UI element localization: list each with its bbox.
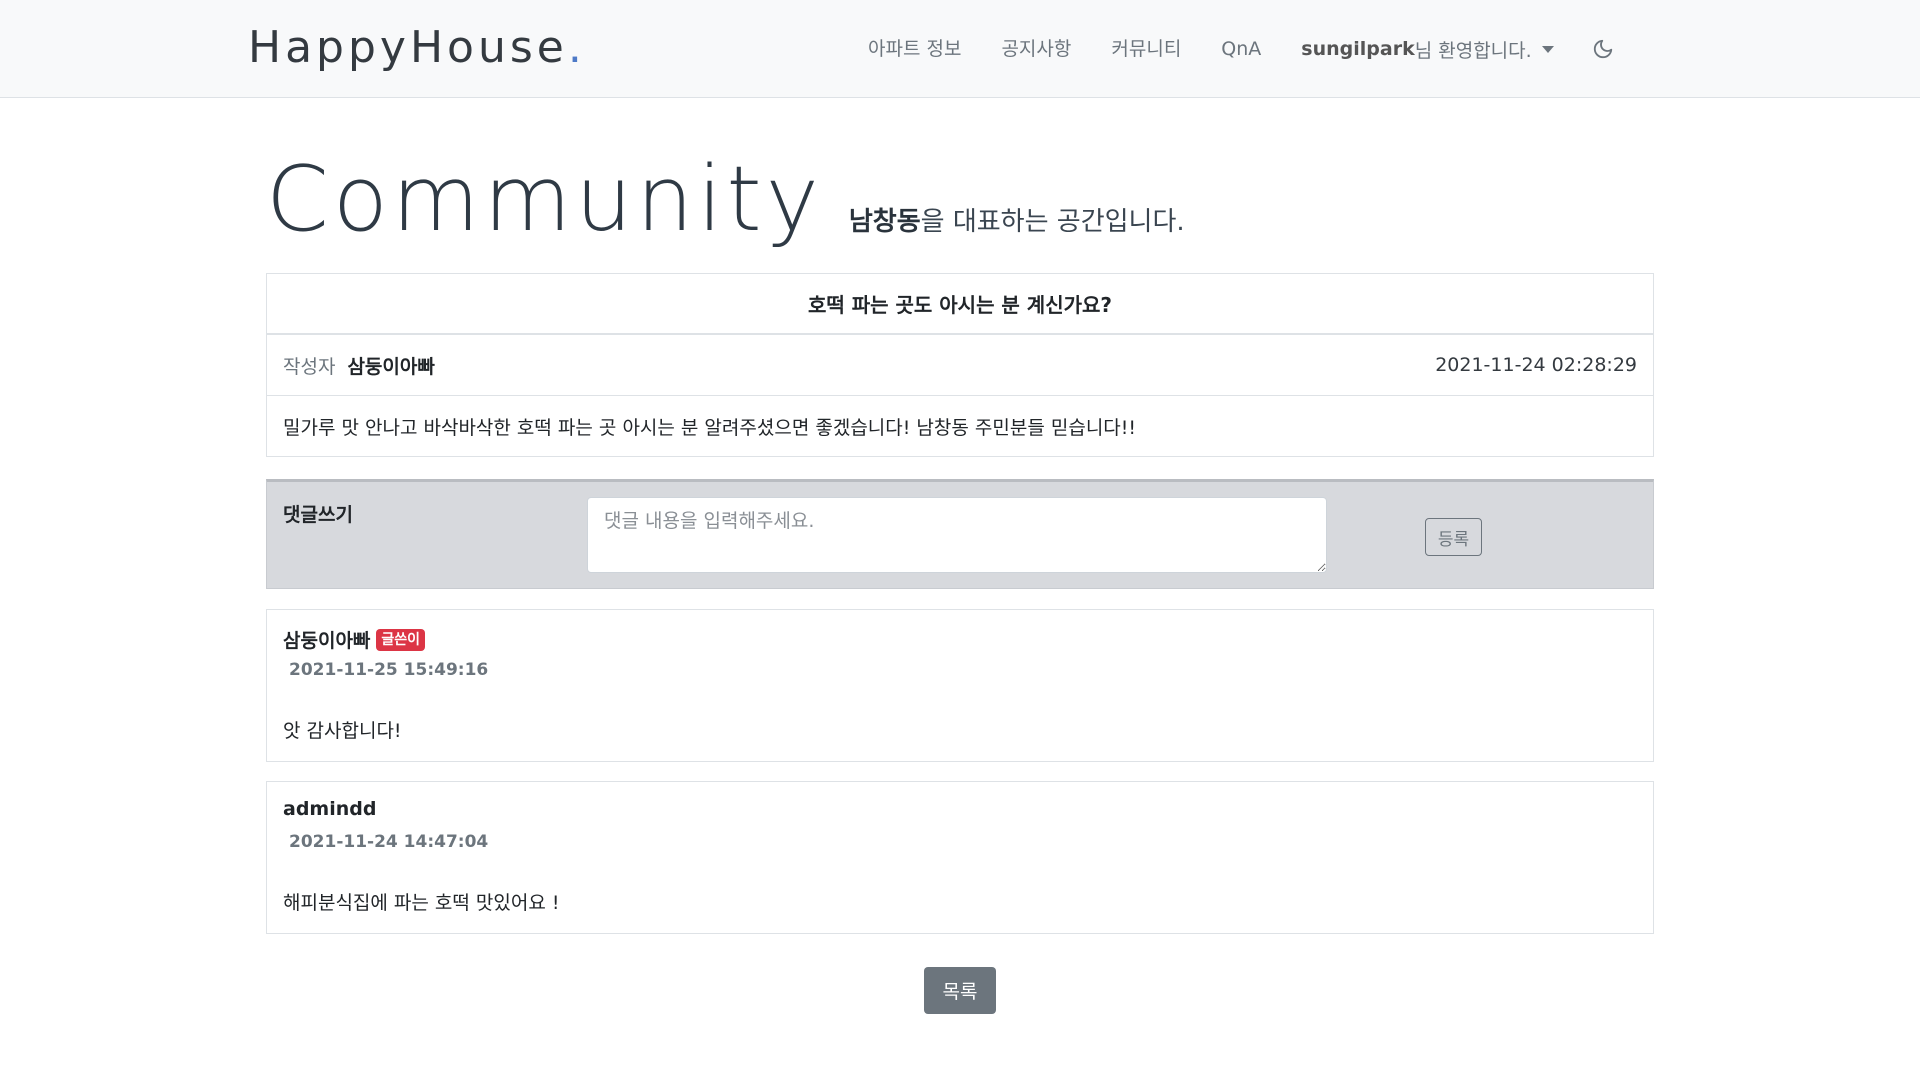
post-meta: 작성자 삼둥이아빠 2021-11-24 02:28:29 — [267, 335, 1653, 396]
comment-date: 2021-11-25 15:49:16 — [289, 660, 489, 680]
moon-icon[interactable] — [1592, 38, 1614, 60]
navbar: HappyHouse. 아파트 정보 공지사항 커뮤니티 QnA sungilp… — [0, 0, 1920, 98]
nav-item-community[interactable]: 커뮤니티 — [1111, 34, 1181, 64]
post-date: 2021-11-24 02:28:29 — [1435, 354, 1637, 376]
nav-menu: 아파트 정보 공지사항 커뮤니티 QnA sungilpark 님 환영합니다. — [868, 34, 1614, 64]
subtitle-rest: 을 대표하는 공간입니다. — [920, 207, 1185, 237]
username: sungilpark — [1301, 38, 1415, 60]
page-subtitle: 남창동을 대표하는 공간입니다. — [849, 201, 1185, 238]
list-button[interactable]: 목록 — [924, 967, 996, 1014]
welcome-text: 님 환영합니다. — [1414, 39, 1532, 62]
author-label: 작성자 — [283, 355, 336, 378]
nav-item-qna[interactable]: QnA — [1221, 34, 1261, 64]
comment-item: admindd 2021-11-24 14:47:04 해피분식집에 파는 호떡… — [266, 781, 1654, 934]
post-title: 호떡 파는 곳도 아시는 분 계신가요? — [267, 274, 1653, 335]
page-heading: Community 남창동을 대표하는 공간입니다. — [266, 150, 1185, 250]
comment-author-name: 삼둥이아빠 — [283, 630, 371, 652]
comment-text: 해피분식집에 파는 호떡 맛있어요 ! — [283, 892, 560, 914]
brand-logo[interactable]: HappyHouse. — [248, 22, 586, 74]
comment-submit-button[interactable]: 등록 — [1425, 518, 1482, 556]
caret-down-icon — [1541, 45, 1554, 53]
user-dropdown[interactable]: sungilpark 님 환영합니다. — [1301, 36, 1554, 63]
comment-form-label: 댓글쓰기 — [283, 504, 353, 526]
nav-item-apartment-info[interactable]: 아파트 정보 — [868, 34, 961, 64]
comment-input[interactable] — [587, 497, 1327, 573]
post-table: 호떡 파는 곳도 아시는 분 계신가요? 작성자 삼둥이아빠 2021-11-2… — [266, 273, 1654, 457]
writer-badge: 글쓴이 — [376, 628, 426, 651]
post-author: 삼둥이아빠 — [347, 355, 435, 378]
comment-author: 삼둥이아빠 글쓴이 — [283, 626, 426, 653]
comment-author-name: admindd — [283, 798, 377, 820]
brand-dot: . — [567, 22, 586, 73]
comment-author: admindd — [283, 798, 376, 820]
comment-text: 앗 감사합니다! — [283, 720, 402, 742]
subtitle-district: 남창동 — [848, 207, 921, 237]
page-title: Community — [266, 147, 823, 252]
comment-item: 삼둥이아빠 글쓴이 2021-11-25 15:49:16 앗 감사합니다! — [266, 609, 1654, 762]
comment-form: 댓글쓰기 등록 — [266, 479, 1654, 589]
nav-item-notice[interactable]: 공지사항 — [1001, 34, 1071, 64]
post-content: 밀가루 맛 안나고 바삭바삭한 호떡 파는 곳 아시는 분 알려주셨으면 좋겠습… — [283, 416, 1137, 439]
brand-text: HappyHouse — [248, 22, 568, 73]
comment-date: 2021-11-24 14:47:04 — [289, 832, 489, 852]
